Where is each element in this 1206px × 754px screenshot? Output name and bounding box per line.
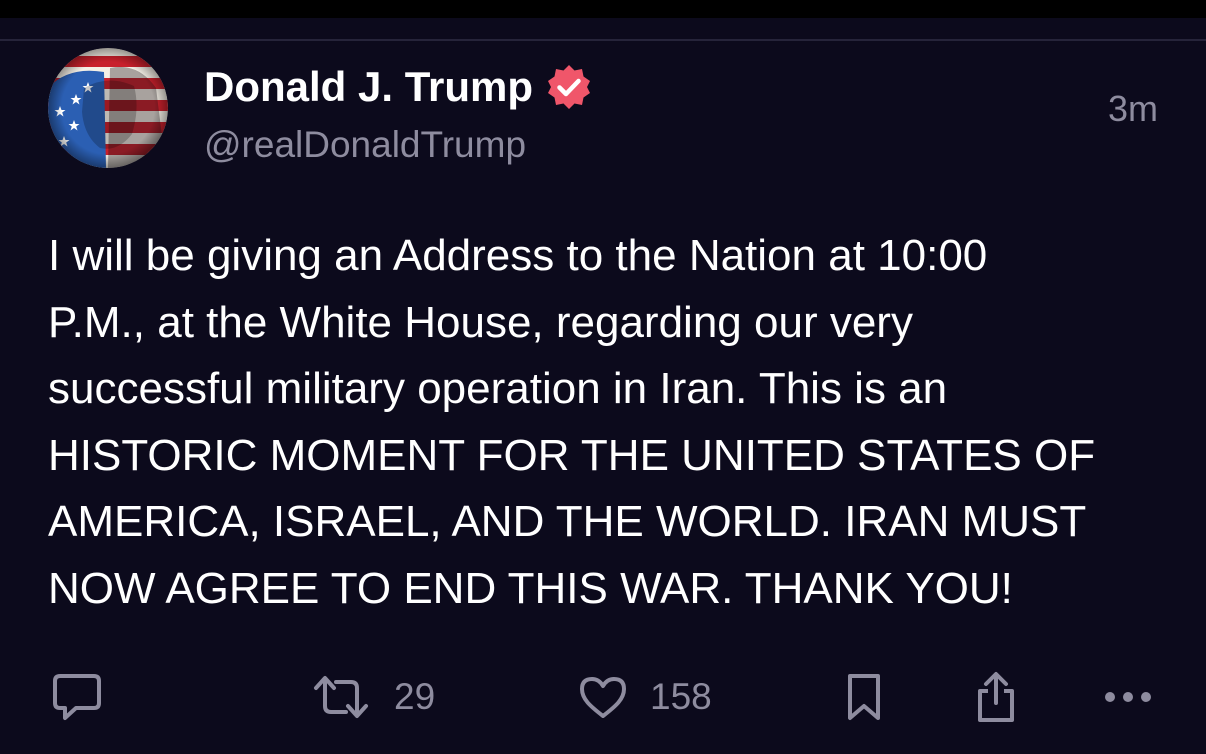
avatar-image <box>48 48 168 168</box>
author-avatar[interactable] <box>48 48 168 168</box>
retruth-icon <box>314 676 368 718</box>
more-options-button[interactable] <box>1102 668 1154 726</box>
reply-button[interactable] <box>50 668 104 726</box>
share-button[interactable] <box>972 668 1020 726</box>
share-icon <box>978 672 1014 722</box>
more-icon <box>1105 692 1151 702</box>
author-handle[interactable]: @realDonaldTrump <box>204 122 526 168</box>
retruth-button[interactable]: 29 <box>310 668 435 726</box>
heart-icon <box>580 677 626 718</box>
verified-badge-icon <box>548 65 591 109</box>
top-bar <box>0 0 1206 18</box>
post-body-text: I will be giving an Address to the Natio… <box>48 231 1096 613</box>
bookmark-icon <box>848 674 880 720</box>
post-timestamp[interactable]: 3m <box>1108 86 1158 132</box>
top-divider <box>0 39 1206 41</box>
bookmark-button[interactable] <box>844 668 884 726</box>
reply-icon <box>53 674 101 720</box>
like-count: 158 <box>650 676 712 717</box>
retruth-count: 29 <box>394 676 436 717</box>
like-button[interactable]: 158 <box>578 668 712 726</box>
author-display-name[interactable]: Donald J. Trump <box>204 62 533 112</box>
author-name-row[interactable]: Donald J. Trump <box>204 62 593 112</box>
